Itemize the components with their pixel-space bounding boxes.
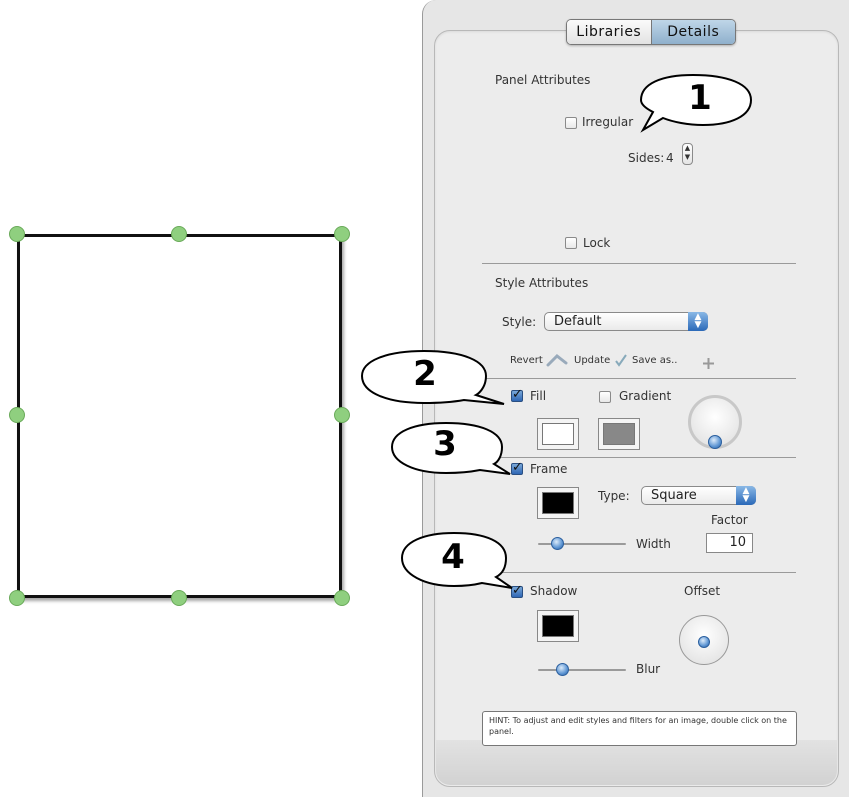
- popup-arrows-icon: ▲ ▼: [736, 486, 756, 505]
- width-label: Width: [636, 537, 671, 551]
- blur-label: Blur: [636, 662, 661, 676]
- style-popup[interactable]: Default ▲ ▼: [544, 312, 708, 331]
- callout-number-4: 4: [441, 537, 465, 577]
- resize-handle-bottom-center[interactable]: [171, 590, 187, 606]
- resize-handle-top-center[interactable]: [171, 226, 187, 242]
- inspector-bottom-bar: [436, 740, 837, 785]
- shadow-offset-knob[interactable]: [698, 636, 710, 648]
- lock-label: Lock: [583, 236, 611, 250]
- resize-handle-bottom-left[interactable]: [9, 590, 25, 606]
- callout-number-3: 3: [433, 424, 457, 464]
- resize-handle-middle-left[interactable]: [9, 407, 25, 423]
- frame-type-popup[interactable]: Square ▲ ▼: [641, 486, 756, 505]
- frame-type-value: Square: [651, 488, 697, 503]
- tab-details[interactable]: Details: [650, 20, 735, 44]
- frame-color-well[interactable]: [537, 487, 579, 519]
- style-attributes-heading: Style Attributes: [495, 276, 589, 290]
- frame-color-swatch: [542, 492, 574, 514]
- style-label: Style:: [502, 315, 537, 329]
- sides-label: Sides:: [628, 151, 665, 165]
- gradient-angle-knob[interactable]: [708, 435, 722, 449]
- panel-attributes-heading: Panel Attributes: [495, 73, 591, 87]
- resize-handle-bottom-right[interactable]: [334, 590, 350, 606]
- fill-color-swatch: [542, 423, 574, 445]
- callout-number-1: 1: [688, 78, 712, 118]
- divider: [482, 457, 796, 458]
- sides-value[interactable]: 4: [666, 151, 674, 165]
- popup-arrows-icon: ▲ ▼: [688, 312, 708, 331]
- blur-slider-knob[interactable]: [556, 663, 569, 676]
- fill-checkbox[interactable]: [511, 387, 523, 402]
- tab-bar: Libraries Details: [566, 19, 736, 45]
- resize-handle-middle-right[interactable]: [334, 407, 350, 423]
- gradient-checkbox[interactable]: [599, 391, 611, 403]
- update-button[interactable]: Update: [574, 355, 610, 366]
- revert-icon[interactable]: [546, 352, 568, 367]
- gradient-label: Gradient: [619, 389, 672, 403]
- blur-slider-track[interactable]: [538, 669, 626, 671]
- selected-panel-shape[interactable]: [17, 234, 342, 598]
- shadow-color-well[interactable]: [537, 610, 579, 642]
- resize-handle-top-left[interactable]: [9, 226, 25, 242]
- resize-handle-top-right[interactable]: [334, 226, 350, 242]
- gradient-color-well[interactable]: [598, 418, 640, 450]
- save-as-button[interactable]: Save as..: [632, 355, 677, 366]
- divider: [482, 572, 796, 573]
- lock-checkbox[interactable]: [565, 237, 577, 249]
- irregular-checkbox[interactable]: [565, 117, 577, 129]
- plus-icon[interactable]: [702, 355, 715, 369]
- tab-libraries[interactable]: Libraries: [567, 20, 651, 44]
- divider: [482, 263, 796, 264]
- gradient-color-swatch: [603, 423, 635, 445]
- offset-label: Offset: [684, 584, 721, 598]
- irregular-label: Irregular: [582, 115, 634, 129]
- divider: [482, 378, 796, 379]
- factor-label: Factor: [711, 513, 748, 527]
- style-popup-value: Default: [554, 314, 602, 329]
- width-slider-knob[interactable]: [551, 537, 564, 550]
- shadow-color-swatch: [542, 615, 574, 637]
- sides-stepper[interactable]: ▲ ▼: [682, 143, 693, 165]
- checkmark-icon[interactable]: [614, 352, 628, 367]
- fill-label: Fill: [530, 389, 547, 403]
- frame-label: Frame: [530, 462, 568, 476]
- revert-button[interactable]: Revert: [510, 355, 543, 366]
- callout-number-2: 2: [413, 354, 437, 394]
- frame-type-label: Type:: [598, 489, 630, 503]
- factor-input[interactable]: 10: [706, 533, 753, 553]
- shadow-label: Shadow: [530, 584, 578, 598]
- hint-box: HINT: To adjust and edit styles and filt…: [482, 711, 797, 746]
- fill-color-well[interactable]: [537, 418, 579, 450]
